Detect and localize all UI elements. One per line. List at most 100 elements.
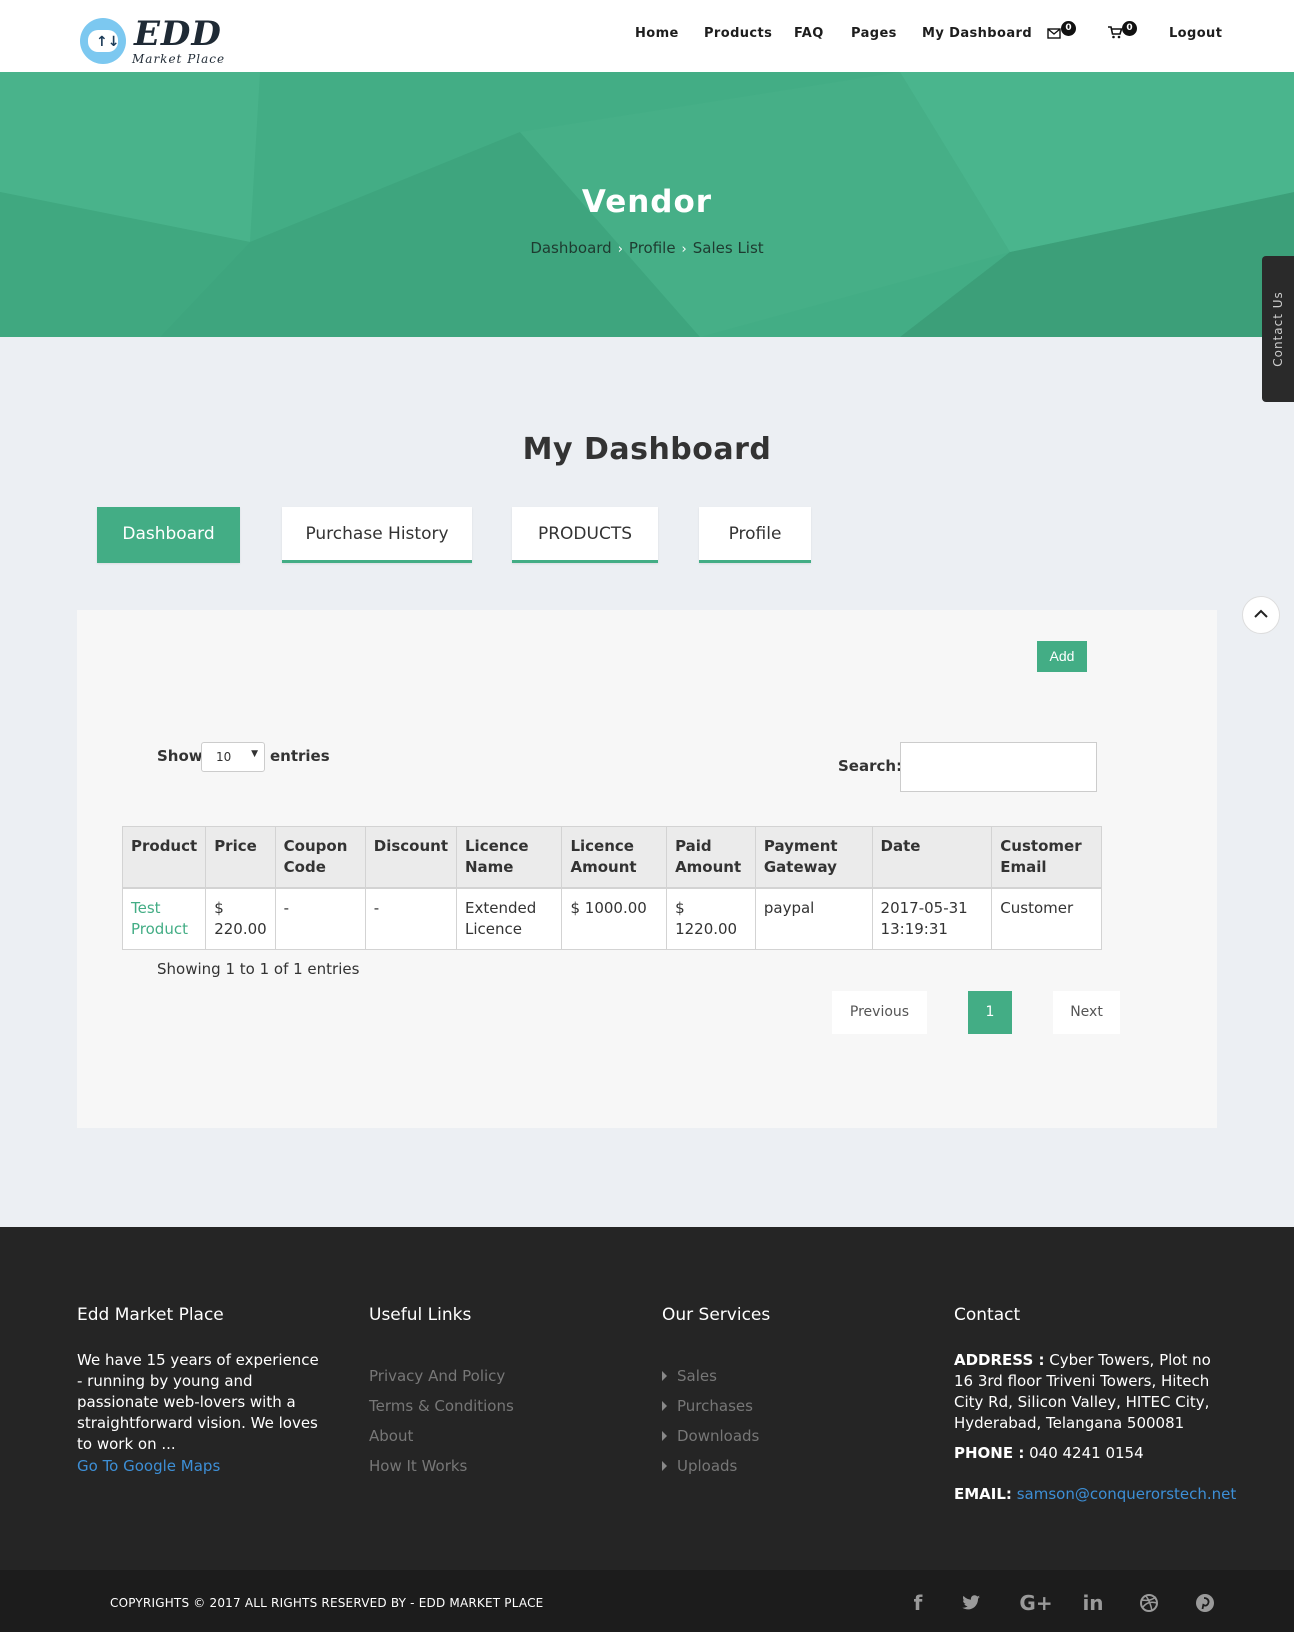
breadcrumb: Dashboard › Profile › Sales List [0,239,1294,257]
col-price[interactable]: Price [205,826,276,889]
page-title: My Dashboard [522,432,772,467]
breadcrumb-sales-list: Sales List [692,239,764,257]
footer-service-downloads[interactable]: Downloads [662,1421,759,1451]
col-licence-amount[interactable]: Licence Amount [561,826,668,889]
entries-select-value: 10 [216,750,232,764]
cell-licence-name: Extended Licence [455,887,563,950]
cell-price: $ 220.00 [205,887,276,950]
cell-customer-email: Customer [991,887,1102,950]
facebook-icon[interactable]: f [905,1591,931,1615]
nav-logout[interactable]: Logout [1169,26,1222,41]
nav-home[interactable]: Home [635,26,679,41]
nav-faq[interactable]: FAQ [794,26,824,41]
email-label: EMAIL: [954,1485,1012,1503]
chevron-right-icon: › [617,242,623,257]
contact-us-tab[interactable]: Contact Us [1262,256,1294,402]
pagination-previous[interactable]: Previous [832,991,927,1034]
contact-address: ADDRESS : Cyber Towers, Plot no 16 3rd f… [954,1350,1214,1434]
email-link[interactable]: samson@conquerorstech.net [1017,1485,1237,1503]
entries-label: entries [270,747,330,765]
cloud-logo-icon: ↑↓ [80,18,126,64]
dribbble-icon[interactable] [1136,1591,1162,1618]
brand-subtitle: Market Place [132,52,226,66]
pagination-page-1[interactable]: 1 [968,991,1012,1034]
site-header: ↑↓ EDD Market Place Home Products FAQ Pa… [0,0,1294,72]
phone-label: PHONE : [954,1444,1025,1462]
table-row: Test Product $ 220.00 - - Extended Licen… [121,887,1102,950]
footer-about-text: We have 15 years of experience - running… [77,1351,319,1453]
col-paid-amount[interactable]: Paid Amount [666,826,756,889]
chevron-up-icon [1254,609,1268,618]
twitter-icon[interactable] [958,1591,984,1617]
nav-my-dashboard[interactable]: My Dashboard [922,26,1032,41]
pagination-next[interactable]: Next [1053,991,1120,1034]
service-label: Purchases [677,1397,753,1415]
services-list: Sales Purchases Downloads Uploads [662,1361,759,1481]
col-product[interactable]: Product [121,826,207,889]
caret-right-icon [662,1431,667,1441]
address-label: ADDRESS : [954,1351,1045,1369]
footer-contact-heading: Contact [954,1305,1021,1325]
entries-select[interactable]: 10 ▼ [201,742,265,772]
col-payment-gateway[interactable]: Payment Gateway [754,826,873,889]
tab-profile[interactable]: Profile [699,507,811,563]
caret-right-icon [662,1401,667,1411]
tab-dashboard[interactable]: Dashboard [97,507,240,563]
col-customer-email[interactable]: Customer Email [991,826,1102,889]
footer-services-heading: Our Services [662,1305,771,1325]
breadcrumb-profile[interactable]: Profile [629,239,676,257]
cell-paid-amount: $ 1220.00 [666,887,756,950]
cell-payment-gateway: paypal [754,887,873,950]
service-label: Downloads [677,1427,760,1445]
footer-service-uploads[interactable]: Uploads [662,1451,759,1481]
table-header-row: Product Price Coupon Code Discount Licen… [121,826,1102,889]
cell-discount: - [364,887,458,950]
cart-icon [1108,26,1123,39]
google-plus-icon[interactable]: G+ [1019,1591,1053,1615]
useful-links-list: Privacy And Policy Terms & Conditions Ab… [369,1361,514,1481]
phone-text: 040 4241 0154 [1029,1444,1144,1462]
tab-products[interactable]: PRODUCTS [512,507,658,563]
cart-button[interactable]: 0 [1108,21,1137,43]
brand-logo[interactable]: ↑↓ EDD Market Place [80,14,230,70]
col-coupon-code[interactable]: Coupon Code [274,826,366,889]
cell-date: 2017-05-31 13:19:31 [871,887,993,950]
footer-link-about[interactable]: About [369,1421,514,1451]
google-maps-link[interactable]: Go To Google Maps [77,1457,220,1475]
search-input[interactable] [900,742,1097,792]
add-button[interactable]: Add [1037,641,1087,672]
tab-purchase-history[interactable]: Purchase History [282,507,472,563]
product-link[interactable]: Test Product [121,887,207,950]
footer-useful-heading: Useful Links [369,1305,472,1325]
hero-banner: Vendor Dashboard › Profile › Sales List [0,72,1294,337]
footer-link-how-it-works[interactable]: How It Works [369,1451,514,1481]
caret-right-icon [662,1371,667,1381]
footer-link-terms[interactable]: Terms & Conditions [369,1391,514,1421]
linkedin-icon[interactable]: in [1080,1591,1106,1615]
service-label: Uploads [677,1457,738,1475]
footer-service-purchases[interactable]: Purchases [662,1391,759,1421]
mail-button[interactable]: 0 [1047,21,1076,43]
cell-licence-amount: $ 1000.00 [561,887,668,950]
show-label: Show [157,747,203,765]
copyright-text: COPYRIGHTS © 2017 ALL RIGHTS RESERVED BY… [110,1596,544,1610]
caret-down-icon: ▼ [251,749,258,759]
caret-right-icon [662,1461,667,1471]
cart-count-badge: 0 [1122,21,1137,36]
nav-pages[interactable]: Pages [851,26,897,41]
scroll-to-top-button[interactable] [1242,596,1280,634]
brand-title: EDD [134,14,222,54]
mail-count-badge: 0 [1061,21,1076,36]
footer-link-privacy[interactable]: Privacy And Policy [369,1361,514,1391]
col-date[interactable]: Date [871,826,993,889]
nav-products[interactable]: Products [704,26,772,41]
col-discount[interactable]: Discount [364,826,458,889]
footer-service-sales[interactable]: Sales [662,1361,759,1391]
breadcrumb-dashboard[interactable]: Dashboard [530,239,611,257]
contact-email: EMAIL: samson@conquerorstech.net [954,1484,1236,1505]
chevron-right-icon: › [681,242,687,257]
col-licence-name[interactable]: Licence Name [455,826,563,889]
pinterest-icon[interactable] [1192,1591,1218,1618]
hero-title: Vendor [581,184,713,220]
service-label: Sales [677,1367,717,1385]
